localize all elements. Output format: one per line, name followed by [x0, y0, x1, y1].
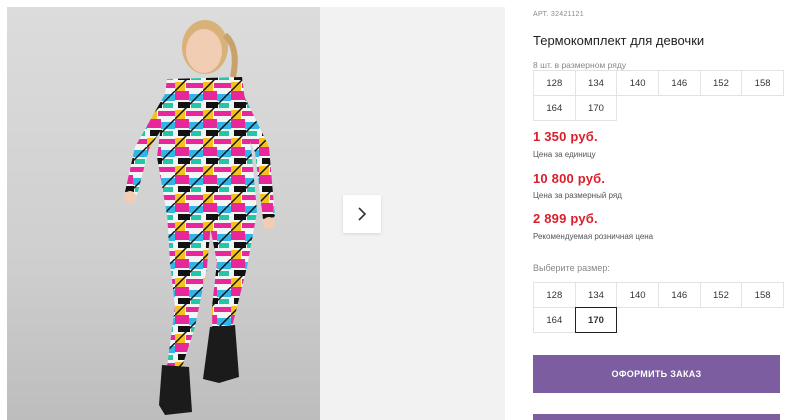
- size-option[interactable]: 152: [699, 282, 743, 308]
- size-option[interactable]: 140: [616, 282, 659, 308]
- pack-size-cell: 146: [657, 70, 701, 96]
- pack-size-cell: 152: [699, 70, 743, 96]
- product-info-panel: АРТ. 32421121 Термокомплект для девочки …: [533, 0, 800, 420]
- pack-size-cell: 128: [533, 70, 576, 96]
- size-option[interactable]: 128: [533, 282, 576, 308]
- order-button[interactable]: ОФОРМИТЬ ЗАКАЗ: [533, 355, 780, 393]
- unit-price-note: Цена за единицу: [533, 150, 596, 159]
- pack-price-note: Цена за размерный ряд: [533, 191, 622, 200]
- retail-price: 2 899 руб.: [533, 211, 598, 226]
- size-selector: 128 134 140 146 152 158 164 170: [533, 282, 784, 333]
- child-model-illustration: [124, 20, 275, 415]
- product-photo[interactable]: [7, 7, 320, 420]
- product-gallery: [0, 0, 505, 420]
- chevron-right-icon: [358, 207, 367, 221]
- pack-size-cell: 164: [533, 95, 576, 121]
- size-option[interactable]: 146: [657, 282, 701, 308]
- pack-price: 10 800 руб.: [533, 171, 606, 186]
- size-option[interactable]: 164: [533, 307, 576, 333]
- product-sku: АРТ. 32421121: [533, 11, 584, 18]
- product-title: Термокомплект для девочки: [533, 33, 705, 48]
- size-option[interactable]: 158: [741, 282, 784, 308]
- choose-size-label: Выберите размер:: [533, 263, 610, 273]
- size-option[interactable]: 134: [574, 282, 618, 308]
- size-option-selected[interactable]: 170: [574, 307, 618, 333]
- pack-size-cell: 134: [574, 70, 618, 96]
- gallery-next-button[interactable]: [343, 195, 381, 233]
- secondary-button-edge[interactable]: [533, 414, 780, 420]
- pack-size-cell: 170: [574, 95, 618, 121]
- unit-price: 1 350 руб.: [533, 129, 598, 144]
- pack-size-cell: 140: [616, 70, 659, 96]
- pack-size-cell: 158: [741, 70, 784, 96]
- pack-sizes-label: 8 шт. в размерном ряду: [533, 60, 627, 70]
- retail-price-note: Рекомендуемая розничная цена: [533, 232, 654, 241]
- pack-sizes-grid: 128 134 140 146 152 158 164 170: [533, 70, 784, 121]
